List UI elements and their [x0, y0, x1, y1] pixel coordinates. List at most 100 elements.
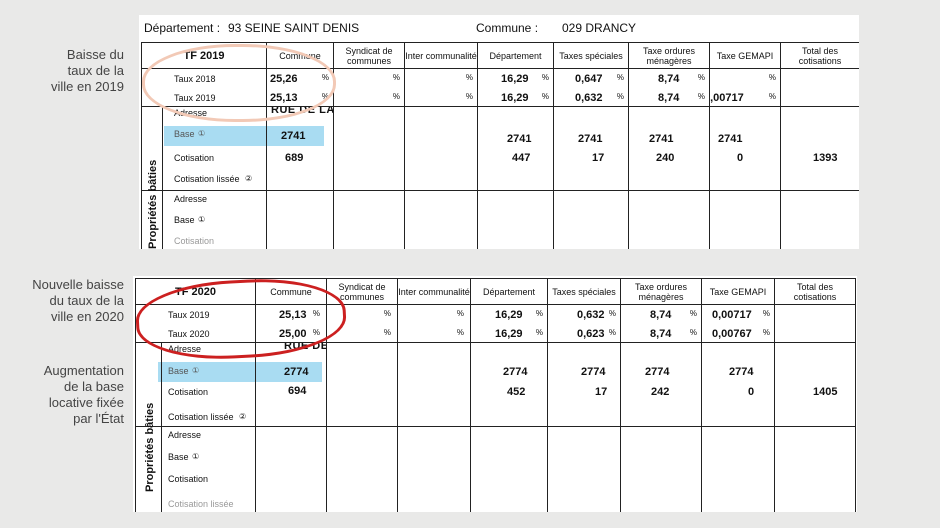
percent-sign: % — [392, 92, 400, 101]
circled-two-icon: ② — [239, 412, 247, 421]
col-header: Taxes spéciales — [547, 278, 621, 305]
base-value: 2774 — [503, 366, 528, 378]
cotisation-value: 242 — [651, 386, 670, 398]
base-value: 2741 — [718, 133, 743, 145]
cotisation-lissee-label: Cotisation lissée — [168, 412, 234, 422]
commune-value: 029 DRANCY — [562, 21, 637, 35]
percent-sign: % — [608, 328, 616, 337]
cell — [780, 190, 859, 249]
percent-sign: % — [762, 309, 770, 318]
proprietes-baties-label: Propriétés bâties — [147, 159, 159, 249]
rate-syndicat: % % — [333, 68, 405, 107]
rate-value: 8,74 — [658, 92, 680, 104]
cotisation-value: 0 — [737, 152, 744, 164]
col-header: Taxe ordures ménagères — [628, 42, 710, 69]
col-header: Inter communalité — [397, 278, 471, 305]
departement-label: Département : — [144, 21, 221, 35]
circled-one-icon: ① — [198, 215, 206, 224]
cotisation-label: Cotisation — [174, 236, 215, 246]
rate-gemapi: % 0,00717 % — [709, 68, 781, 107]
rate-value: 16,29 — [495, 328, 523, 340]
proprietes-baties-label: Propriétés bâties — [144, 402, 156, 492]
cell — [553, 190, 629, 249]
percent-sign: % — [465, 92, 473, 101]
rate-value: 0,632 — [577, 309, 605, 321]
section-labels: Adresse Base ① Cotisation — [141, 190, 267, 249]
total-value: 1393 — [813, 152, 838, 164]
base-value: 2774 — [645, 366, 670, 378]
cell — [326, 342, 398, 427]
gemapi-cell: 2774 0 — [701, 342, 775, 427]
annotation-line: ville en 2020 — [51, 309, 124, 324]
cell — [333, 106, 405, 191]
annotation-base: Augmentation de la base locative fixée p… — [44, 363, 124, 427]
rate-total — [774, 304, 856, 343]
cotisation-value: 694 — [288, 385, 307, 397]
rate-value: 0,623 — [577, 328, 605, 340]
rate-value: 0,00717 — [712, 309, 752, 321]
rate-departement: 16,29 % 16,29 % — [470, 304, 548, 343]
base-value: 2774 — [729, 366, 754, 378]
cell — [333, 190, 405, 249]
percent-sign: % — [383, 328, 391, 337]
col-header: Taxe ordures ménagères — [620, 278, 702, 305]
base-highlight: 2741 — [267, 126, 324, 146]
percent-sign: % — [616, 73, 624, 82]
annotation-line: Augmentation — [43, 363, 124, 378]
cell — [470, 426, 548, 512]
cotisation-lissee-label: Cotisation lissée — [174, 174, 240, 184]
rate-value: 16,29 — [501, 92, 529, 104]
rate-intercommunalite: % % — [397, 304, 471, 343]
percent-sign: % — [465, 73, 473, 82]
base-label: Base — [174, 215, 195, 225]
rate-value: 0,00767 — [712, 328, 752, 340]
annotation-2019: Baisse du taux de la ville en 2019 — [51, 47, 124, 95]
rate-value: 16,29 — [495, 309, 523, 321]
annotation-line: Nouvelle baisse — [32, 277, 124, 292]
col-header: Syndicat de communes — [333, 42, 405, 69]
rate-value: 16,29 — [501, 73, 529, 85]
percent-sign: % — [762, 328, 770, 337]
total-value: 1405 — [813, 386, 838, 398]
circled-one-icon: ① — [192, 452, 200, 461]
base-label: Base — [168, 366, 189, 376]
taxes-speciales-cell: 2774 17 — [547, 342, 621, 427]
highlight-circle-2019 — [142, 44, 336, 122]
col-header: Département — [477, 42, 554, 69]
cotisation-value: 0 — [748, 386, 755, 398]
departement-cell: 2741 447 — [477, 106, 554, 191]
rate-taxes-speciales: 0,632 % 0,623 % — [547, 304, 621, 343]
rate-gemapi: 0,00717 % 0,00767 % — [701, 304, 775, 343]
total-cell: 1393 — [780, 106, 859, 191]
section-divider — [161, 343, 162, 512]
section-divider — [162, 107, 163, 249]
col-header: Taxe GEMAPI — [709, 42, 781, 69]
percent-sign: % — [689, 309, 697, 318]
base-highlight: Base ① — [164, 126, 266, 146]
cell — [397, 426, 471, 512]
percent-sign: % — [456, 328, 464, 337]
percent-sign: % — [392, 73, 400, 82]
percent-sign: % — [541, 73, 549, 82]
circled-two-icon: ② — [245, 174, 253, 183]
percent-sign: % — [768, 73, 776, 82]
percent-sign: % — [535, 328, 543, 337]
cotisation-value: 452 — [507, 386, 526, 398]
cell — [547, 426, 621, 512]
cell — [404, 190, 478, 249]
rate-value: 8,74 — [658, 73, 680, 85]
cell — [701, 426, 775, 512]
percent-sign: % — [768, 92, 776, 101]
departement-value: 93 SEINE SAINT DENIS — [228, 21, 360, 35]
cell — [709, 190, 781, 249]
cell — [628, 190, 710, 249]
rate-value: 8,74 — [650, 309, 672, 321]
annotation-line: ville en 2019 — [51, 79, 124, 94]
col-header: Taxes spéciales — [553, 42, 629, 69]
base-value: 2774 — [581, 366, 606, 378]
ordures-cell: 2741 240 — [628, 106, 710, 191]
cotisation-value: 240 — [656, 152, 675, 164]
cell — [397, 342, 471, 427]
tax-document-2020: TF 2020 Commune Syndicat de communes Int… — [133, 276, 857, 512]
cotisation-value: 17 — [595, 386, 608, 398]
